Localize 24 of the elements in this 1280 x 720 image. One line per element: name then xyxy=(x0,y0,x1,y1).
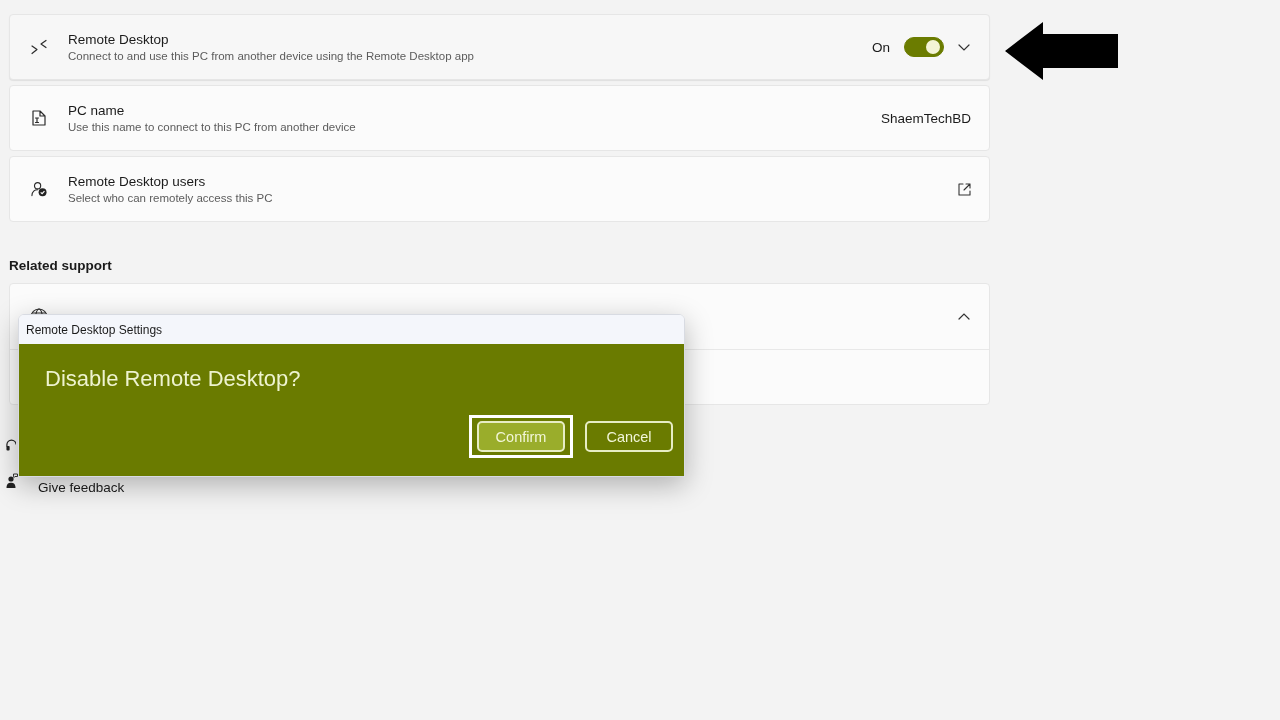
document-icon xyxy=(32,110,46,126)
settings-card[interactable]: Remote Desktop users Select who can remotely access this PC xyxy=(9,156,990,222)
dialog-title: Remote Desktop Settings xyxy=(26,322,163,337)
setting-description: Select who can remotely access this PC xyxy=(68,192,274,204)
person-check-icon xyxy=(31,181,47,197)
chevron-up-icon[interactable] xyxy=(958,313,970,320)
setting-description: Use this name to connect to this PC from another device xyxy=(68,121,357,133)
cancel-button[interactable]: Cancel xyxy=(585,421,673,452)
toggle-switch[interactable] xyxy=(904,37,944,57)
person-feedback-icon[interactable] xyxy=(6,473,18,488)
setting-title: Remote Desktop users xyxy=(68,174,207,189)
setting-description: Connect to and use this PC from another device using the Remote Desktop app xyxy=(68,50,475,62)
headset-icon[interactable] xyxy=(6,438,16,453)
dialog-message: Disable Remote Desktop? xyxy=(45,366,302,392)
chevron-down-icon[interactable] xyxy=(958,43,970,51)
settings-card[interactable]: PC name Use this name to connect to this PC from another device ShaemTechBD xyxy=(9,85,990,151)
facing-chevrons-icon xyxy=(31,39,47,55)
setting-title: Remote Desktop xyxy=(68,32,170,47)
toggle-state-label: On xyxy=(872,39,890,55)
external-link-icon[interactable] xyxy=(958,182,971,196)
pc-name-value: ShaemTechBD xyxy=(880,110,971,126)
setting-title: PC name xyxy=(68,103,126,118)
settings-card[interactable]: Remote Desktop Connect to and use this PC from another device using the Remote Desktop app On xyxy=(9,14,990,80)
section-heading: Related support xyxy=(9,258,113,273)
